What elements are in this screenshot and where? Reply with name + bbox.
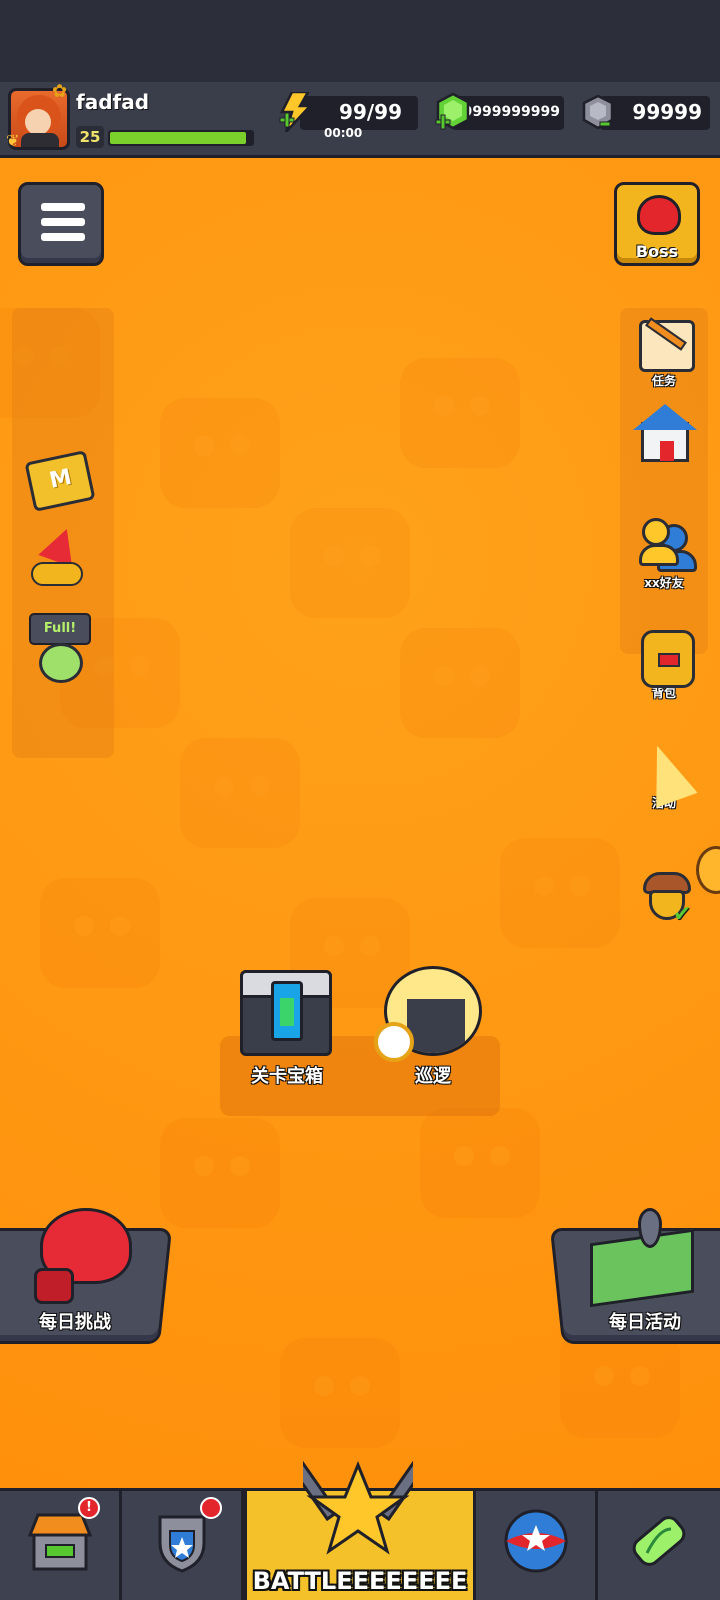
gem-value: 9999999999 — [462, 104, 560, 120]
full-potion-button[interactable]: Full! — [16, 613, 96, 703]
energy-value: 99/99 — [339, 100, 402, 124]
player-level: 25 — [76, 126, 104, 148]
boss-button[interactable]: Boss — [614, 182, 700, 266]
star-crossed-swords-icon — [303, 1460, 413, 1555]
green-potion-icon — [39, 643, 83, 683]
events-button[interactable]: 活动 — [624, 736, 704, 811]
patrol-label: 巡逻 — [415, 1066, 451, 1087]
status-bar — [0, 0, 720, 82]
menu-button[interactable] — [18, 182, 104, 266]
bottom-nav: ! BATTLEEEEEEEE — [0, 1460, 720, 1600]
stone-value: 99999 — [632, 100, 702, 124]
growth-fund-button[interactable] — [16, 522, 96, 592]
scroll-pencil-icon — [639, 317, 695, 372]
list-menu-icon — [41, 203, 85, 249]
xp-bar — [108, 130, 254, 146]
energy-timer: 00:00 — [324, 126, 363, 140]
tab-orbs[interactable] — [476, 1491, 598, 1600]
shop-badge: ! — [78, 1497, 100, 1519]
map-pin-icon — [590, 1208, 700, 1308]
battle-label: BATTLEEEEEEEE — [252, 1567, 468, 1595]
star-ball-icon — [504, 1509, 567, 1573]
clock-icon — [374, 1022, 414, 1062]
boss-label: Boss — [635, 242, 679, 261]
stage-chest-icon — [240, 970, 332, 1056]
daily-event-label: 每日活动 — [609, 1312, 681, 1333]
tab-battle[interactable]: BATTLEEEEEEEE — [244, 1460, 476, 1600]
stage-chest-label: 关卡宝箱 — [251, 1066, 323, 1087]
tasks-button[interactable]: 任务 — [624, 314, 704, 389]
party-popper-icon — [636, 738, 698, 808]
gray-stone-icon[interactable] — [580, 94, 616, 130]
m-card-icon: M — [24, 450, 96, 512]
lightning-bolt-icon[interactable] — [278, 92, 312, 132]
patrol-button[interactable]: 巡逻 — [374, 964, 488, 1094]
home-button[interactable] — [624, 404, 704, 468]
main-area: Boss M Full! 任务 xx好友 背包 活动 ✔ 关卡宝箱 巡逻 每日挑… — [0, 158, 720, 1488]
full-tag: Full! — [29, 613, 91, 645]
stone-counter[interactable]: 99999 — [600, 96, 710, 130]
boxing-glove-icon — [30, 1208, 134, 1304]
leaf-icon: ❦ — [6, 131, 20, 150]
monthly-card-button[interactable]: M — [18, 448, 98, 512]
house-icon — [629, 404, 699, 468]
backpack-icon — [641, 630, 695, 688]
tab-shop[interactable]: ! — [0, 1491, 122, 1600]
tab-shield[interactable] — [122, 1491, 244, 1600]
green-gem-icon[interactable] — [434, 92, 472, 132]
gems-coins-arrow-icon — [21, 522, 91, 592]
backpack-button[interactable]: 背包 — [624, 626, 704, 701]
energy-counter[interactable]: 99/99 — [300, 96, 418, 130]
stage-chest-button[interactable]: 关卡宝箱 — [232, 964, 342, 1094]
acorn-button[interactable]: ✔ — [624, 862, 704, 927]
acorn-check-icon: ✔ — [643, 872, 691, 927]
friends-icon — [629, 516, 699, 580]
friends-button[interactable]: xx好友 — [624, 516, 704, 591]
daily-challenge-label: 每日挑战 — [39, 1312, 111, 1333]
red-demon-icon — [637, 195, 681, 235]
dna-capsule-icon — [632, 1516, 686, 1566]
player-name: fadfad — [76, 90, 150, 114]
shield-badge — [200, 1497, 222, 1519]
maple-leaf-icon: ✿ — [52, 81, 68, 102]
tab-dna[interactable] — [598, 1491, 720, 1600]
resource-bar: ✿ ❦ fadfad 25 99/99 00:00 9999999999 999… — [0, 82, 720, 158]
xp-fill — [110, 132, 247, 144]
